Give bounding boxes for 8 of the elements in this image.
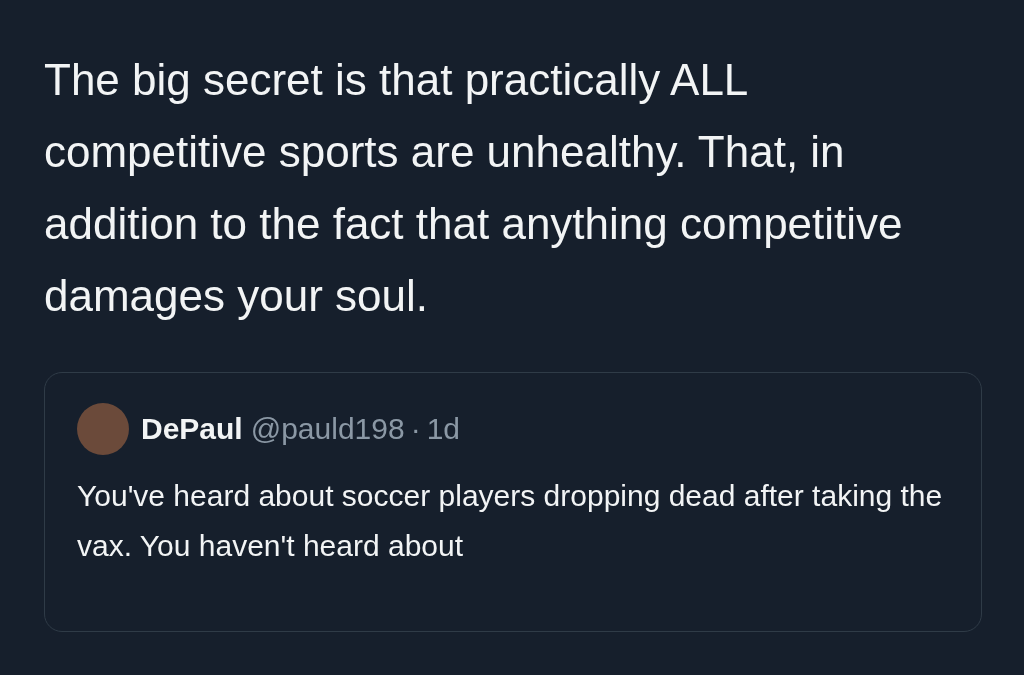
avatar: [77, 403, 129, 455]
author-handle[interactable]: @pauld198: [250, 412, 405, 446]
quoted-tweet-text: You've heard about soccer players dropping dead after taking the vax. You haven't heard about: [77, 478, 944, 564]
author-name[interactable]: DePaul: [141, 412, 243, 446]
tweet-text: The big secret is that practically ALL competitive sports are unhealthy. That, in addition to the fact that anything competitive damages your soul.: [44, 54, 904, 322]
timestamp[interactable]: 1d: [426, 412, 460, 446]
quoted-tweet-card[interactable]: DePaul @pauld198 · 1d You've heard about soccer players dropping dead after taking the vax. You haven't heard about: [44, 372, 982, 632]
separator: ·: [410, 412, 421, 446]
